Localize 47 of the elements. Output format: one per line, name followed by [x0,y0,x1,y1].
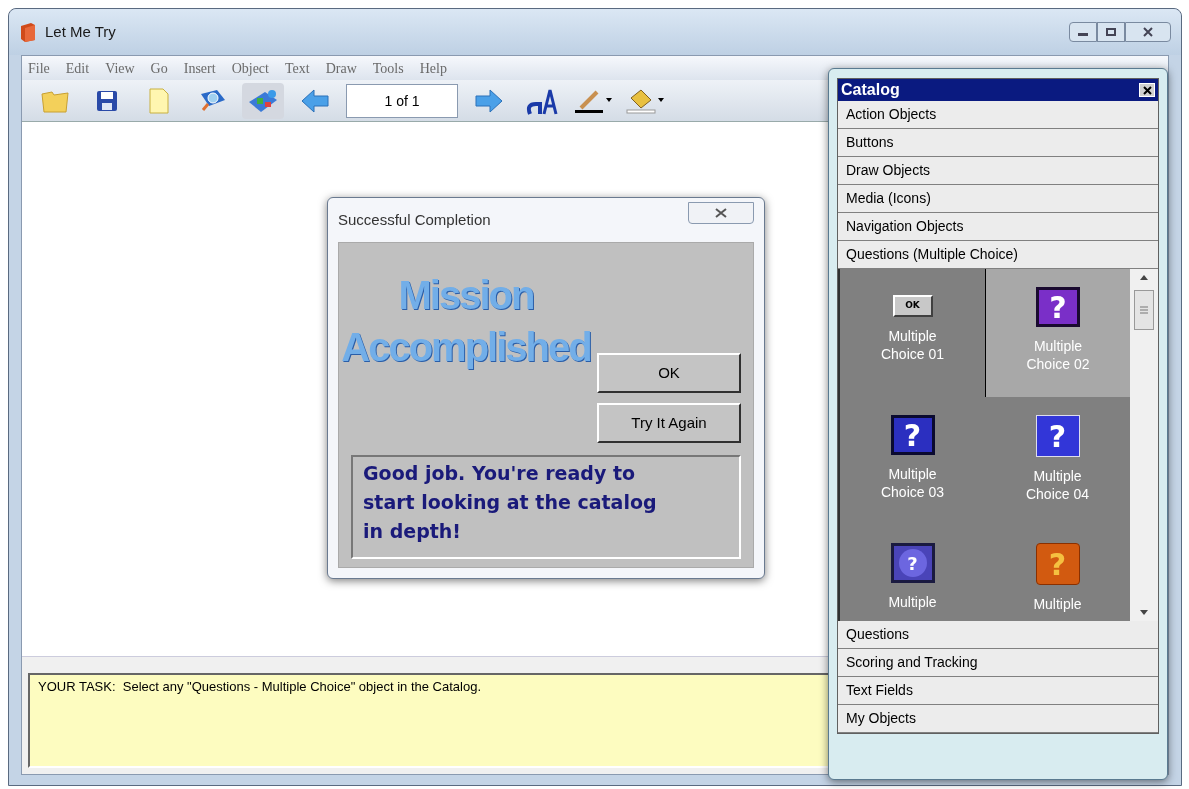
minimize-button[interactable] [1069,22,1097,42]
menu-item[interactable]: Tools [372,57,404,79]
menu-item[interactable]: Object [231,57,269,79]
question-mark-icon: ? [1036,287,1080,327]
page-field[interactable]: 1 of 1 [346,83,458,118]
close-icon [715,208,727,218]
catalog-item[interactable]: OK Multiple Choice 01 [840,269,985,397]
menu-item[interactable]: File [28,57,50,79]
close-icon [1143,27,1153,37]
item-label: Multiple Choice 03 [879,465,945,501]
item-label: Multiple Choice 01 [879,327,945,363]
menu-item[interactable]: Text [284,57,310,79]
item-label: Multiple [1032,595,1083,613]
menu-item[interactable]: Insert [183,57,216,79]
catalog-title: Catalog [841,80,900,100]
map-icon[interactable] [242,82,284,119]
catalog-item[interactable]: ? Multiple Choice 02 [985,269,1130,397]
ok-button-icon: OK [892,295,933,317]
maximize-button[interactable] [1097,22,1125,42]
message-text: Good job. You're ready to start looking at the catalog in depth! [351,455,741,559]
close-icon [1142,85,1152,95]
dialog-button[interactable]: Try It Again [597,403,741,443]
scroll-up-icon[interactable] [1140,275,1148,280]
catalog-item[interactable]: ? Multiple Choice 04 [985,397,1130,525]
scrollbar[interactable] [1130,269,1158,621]
question-mark-icon: ? [1035,415,1080,457]
item-label: Multiple Choice 04 [1024,467,1090,503]
banner-text: Mission [398,272,534,319]
menu-item[interactable]: Draw [325,57,357,79]
scroll-thumb[interactable] [1134,290,1154,330]
banner-text: Accomplished [341,324,591,371]
window-title: Let Me Try [45,21,116,42]
dialog-title: Successful Completion [338,209,491,230]
menu-item[interactable]: Help [419,57,447,79]
item-label: Multiple [887,593,938,611]
item-label: Multiple Choice 02 [1025,337,1091,373]
book-icon [19,22,37,42]
catalog-item[interactable]: ? Multiple Choice 03 [840,397,985,525]
catalog-item[interactable]: ? Multiple [840,525,985,621]
question-mark-icon: ? [890,415,935,455]
dialog-button[interactable]: OK [597,353,741,393]
menu-item[interactable]: View [105,57,135,79]
menu-item[interactable]: Edit [65,57,90,79]
scroll-down-icon[interactable] [1140,610,1148,615]
catalog-item[interactable]: ? Multiple [985,525,1130,621]
menu-item[interactable]: Go [150,57,168,79]
question-mark-icon: ? [1035,543,1080,585]
